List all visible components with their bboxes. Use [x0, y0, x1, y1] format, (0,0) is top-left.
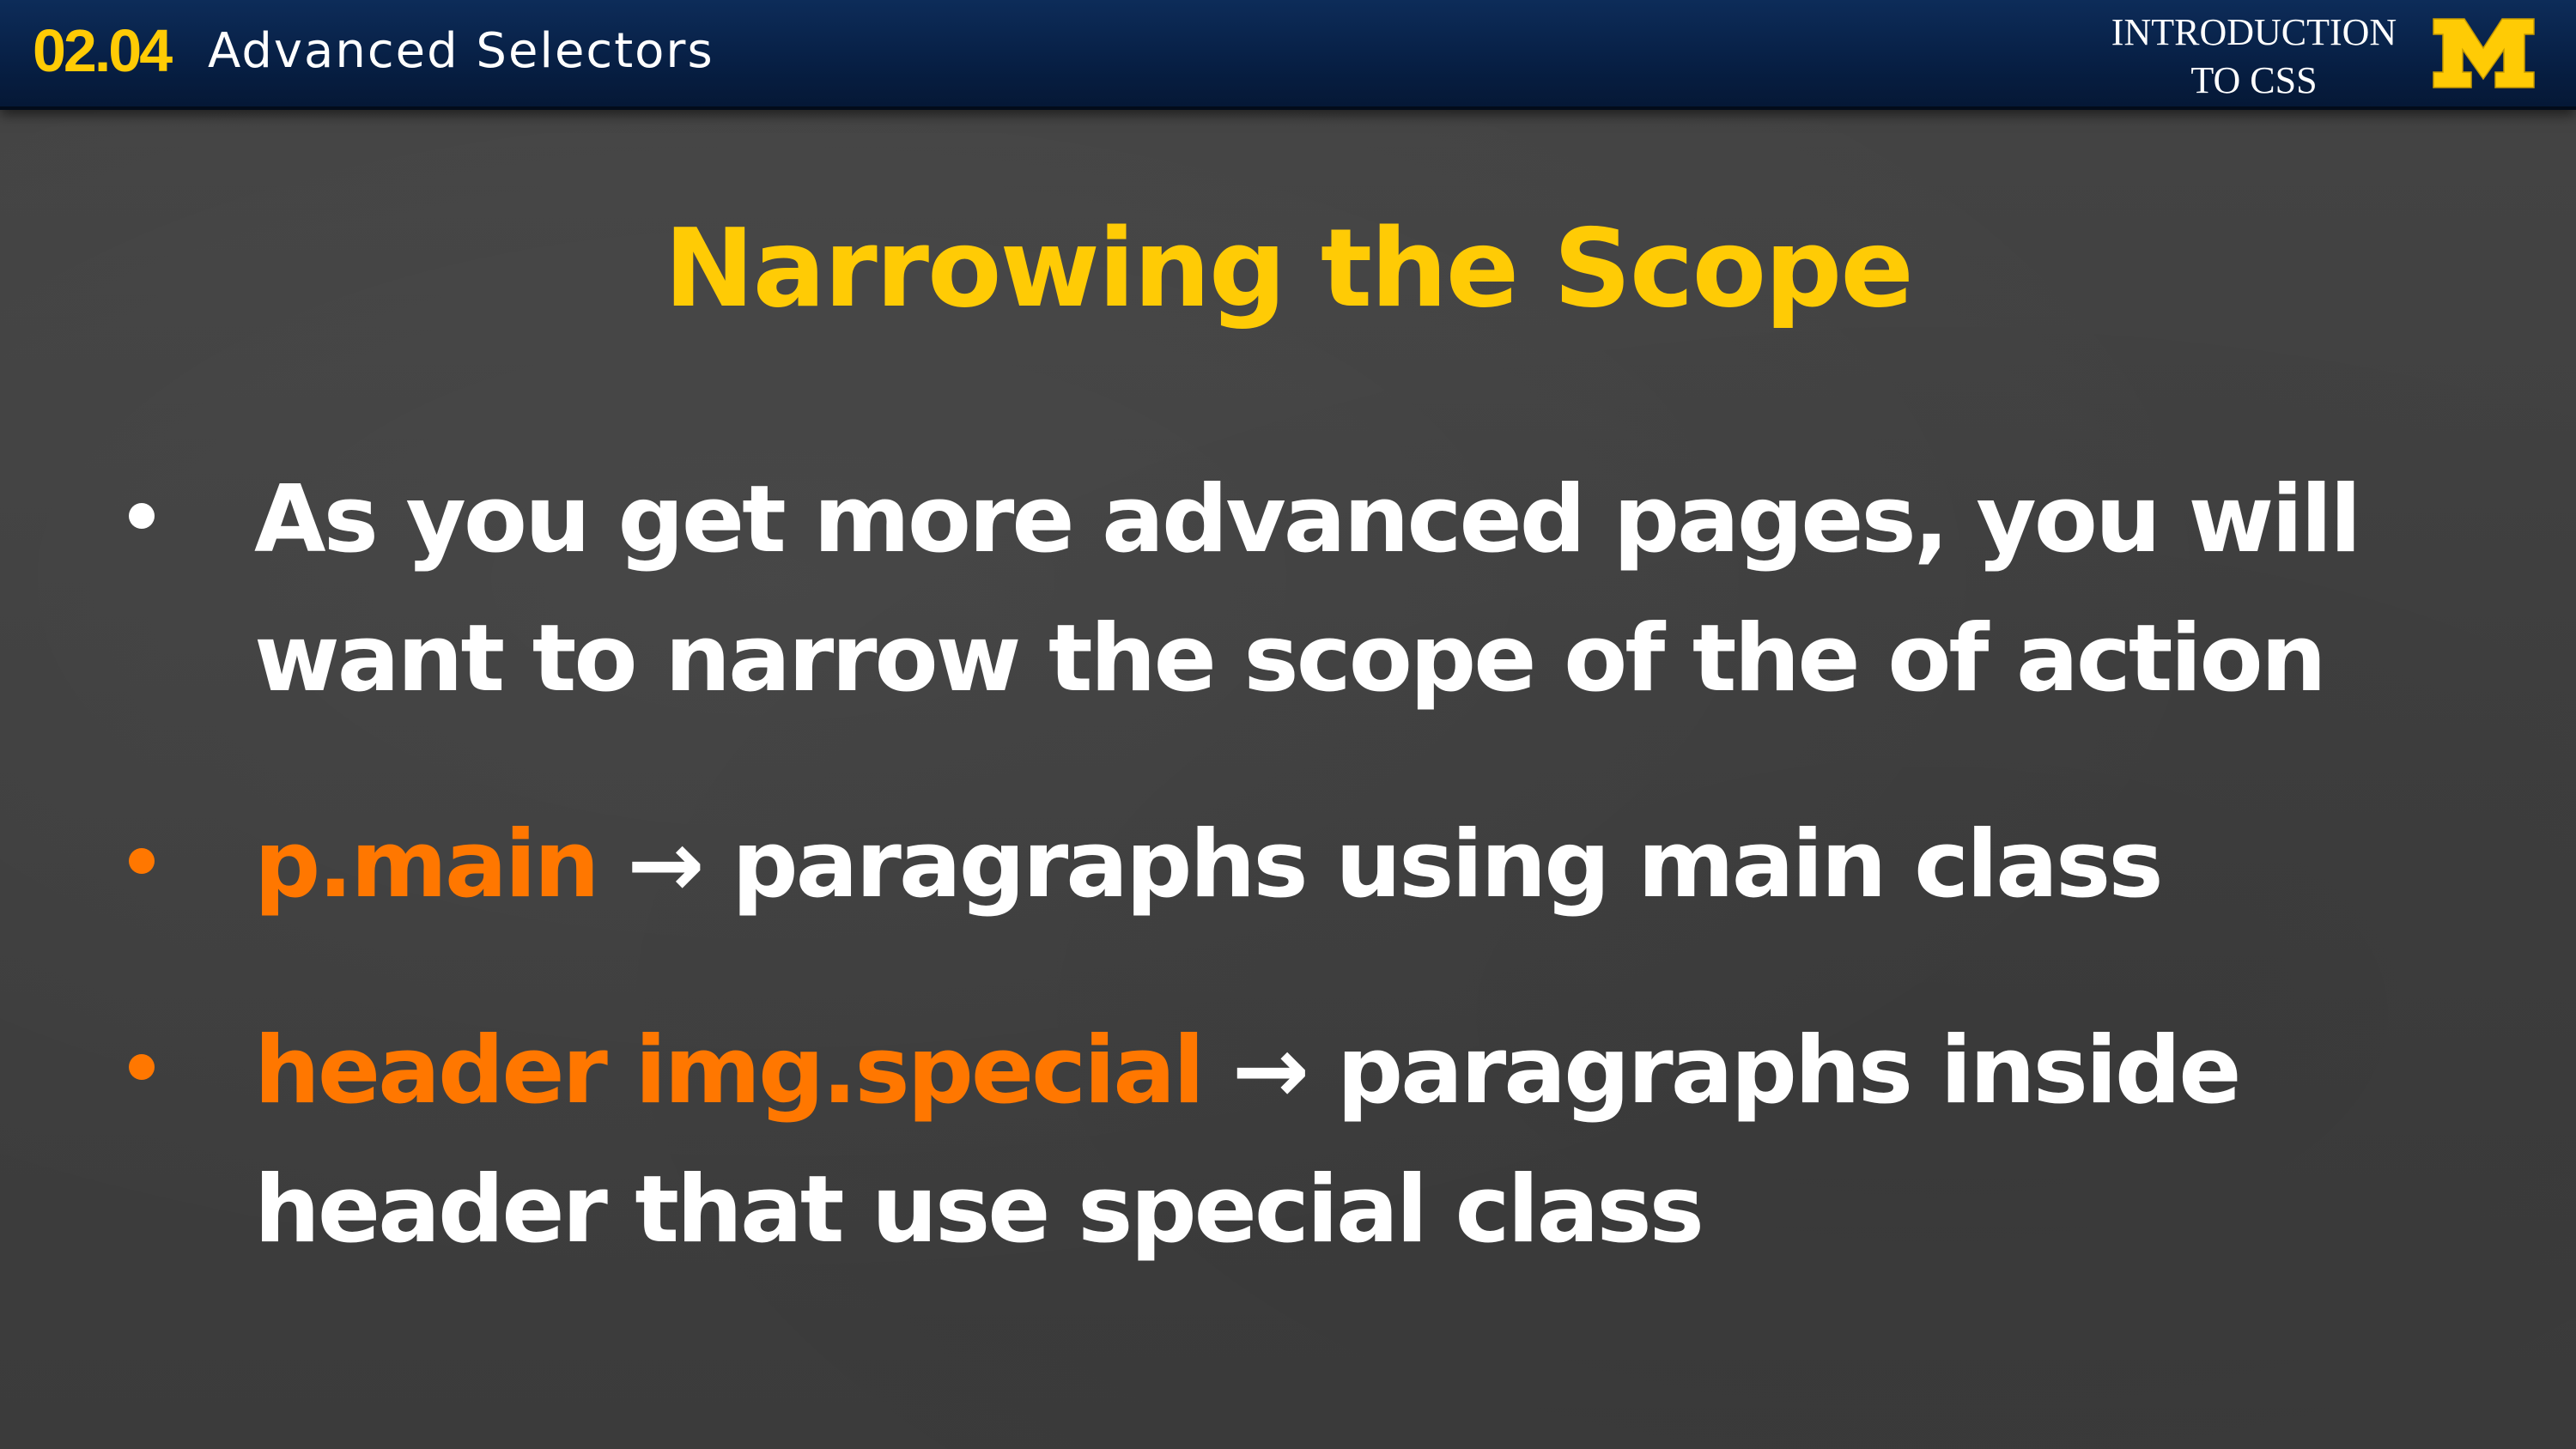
lesson-title: Advanced Selectors — [208, 23, 714, 79]
bullet-3-line-1: header img.special → paragraphs inside — [254, 1003, 2242, 1140]
slide-title: Narrowing the Scope — [664, 205, 1914, 331]
bullet-2-text: paragraphs using main class — [732, 811, 2163, 919]
bullet-2: p.main → paragraphs using main class — [254, 797, 2164, 934]
bullet-3-text-line-1: paragraphs inside — [1336, 1017, 2242, 1125]
css-selector-code: p.main — [254, 811, 600, 919]
bullet-point-icon — [129, 848, 155, 874]
arrow-right-icon: → — [627, 811, 704, 919]
bullet-3-line-2: header that use special class — [254, 1156, 1704, 1264]
bullet-point-icon — [129, 1054, 155, 1080]
arrow-right-icon: → — [1231, 1017, 1309, 1125]
course-title-line2: TO CSS — [2190, 59, 2318, 101]
lesson-number: 02.04 — [33, 17, 173, 84]
course-title-line1: INTRODUCTION — [2111, 11, 2397, 53]
css-selector-code: header img.special — [254, 1017, 1205, 1125]
header-bar: 02.04 Advanced Selectors INTRODUCTION TO… — [0, 0, 2576, 110]
course-title: INTRODUCTION TO CSS — [2087, 9, 2421, 105]
bullet-point-icon — [129, 503, 155, 529]
michigan-block-m-icon — [2433, 18, 2535, 88]
bullet-1-line-1: As you get more advanced pages, you will — [254, 466, 2361, 573]
bullet-1-line-2: want to narrow the scope of the of actio… — [254, 605, 2327, 712]
